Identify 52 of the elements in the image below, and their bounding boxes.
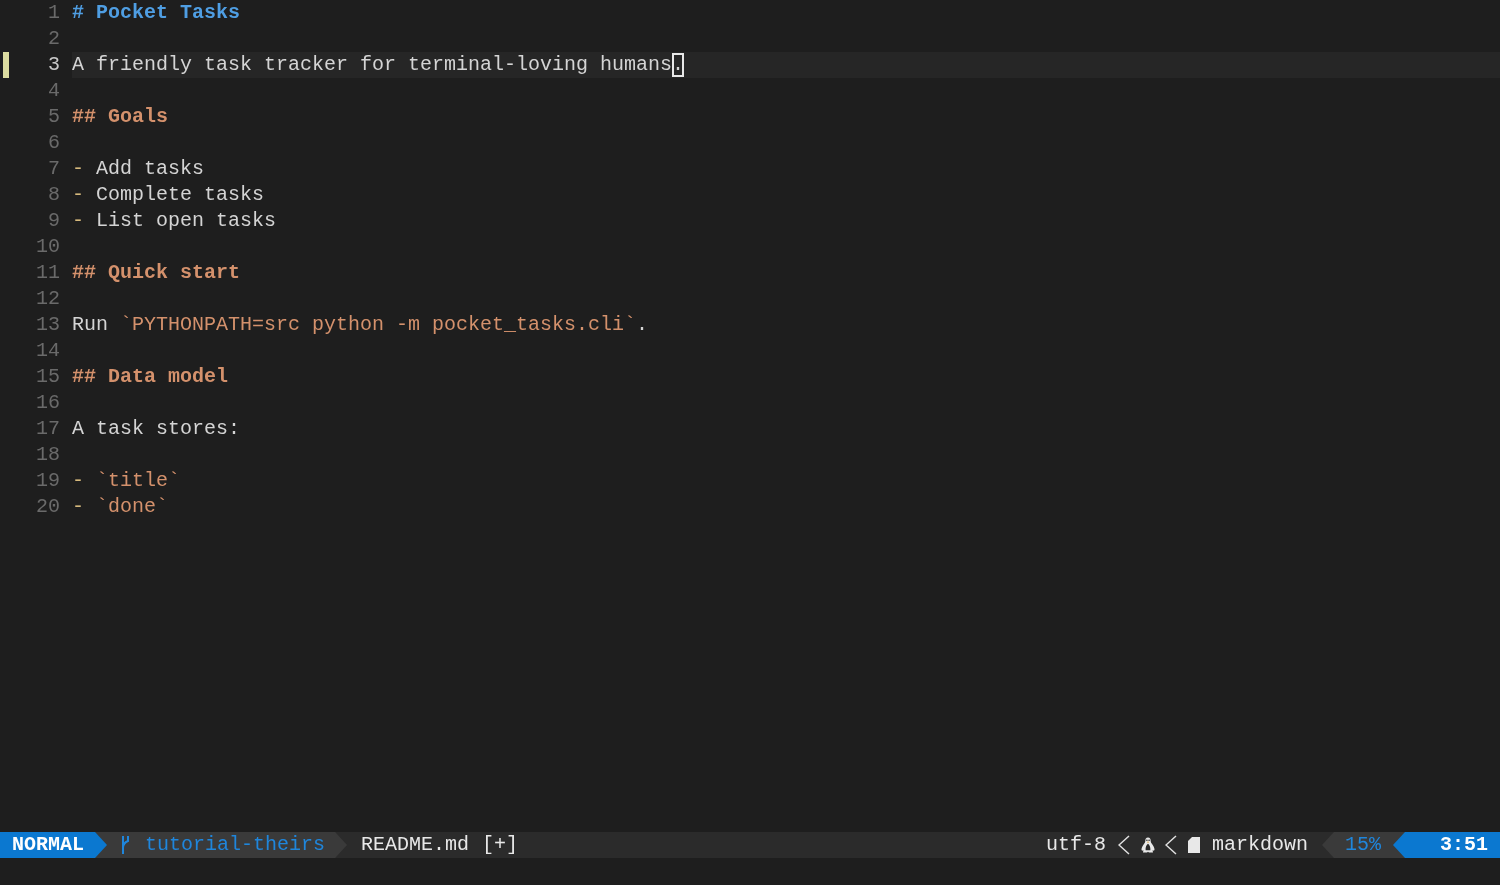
list-bullet: -: [72, 469, 84, 493]
line-text: .: [636, 313, 649, 337]
line-text: A friendly task tracker for terminal-loving humans: [72, 53, 673, 77]
line-number: 2: [47, 26, 60, 52]
line-number: 1: [47, 0, 60, 26]
line-text: A task stores:: [72, 417, 241, 441]
git-branch-icon: [120, 835, 130, 855]
line-number: 8: [47, 182, 60, 208]
line-number: 10: [35, 234, 60, 260]
line-number: 9: [47, 208, 60, 234]
line-number: 13: [35, 312, 60, 338]
heading-text: ## Quick start: [72, 261, 241, 285]
line-number: 4: [47, 78, 60, 104]
line-text: Add tasks: [96, 157, 205, 181]
line-number: 14: [35, 338, 60, 364]
heading-text: ## Goals: [72, 105, 168, 129]
line-number: 6: [47, 130, 60, 156]
branch-name: tutorial-theirs: [145, 832, 326, 858]
inline-code-text: `title`: [96, 469, 181, 493]
line-number: 12: [35, 286, 60, 312]
file-type: markdown: [1211, 832, 1308, 858]
text-cursor: .: [672, 53, 685, 77]
line-number: 17: [35, 416, 60, 442]
heading-text: ## Data model: [72, 365, 229, 389]
line-number: 18: [35, 442, 60, 468]
chevron-separator-icon: [1164, 835, 1177, 855]
line-text: List open tasks: [96, 209, 277, 233]
line-number: 15: [35, 364, 60, 390]
chevron-separator-icon: [1117, 835, 1130, 855]
line-number: 20: [35, 494, 60, 520]
modified-label: [+]: [482, 832, 519, 858]
heading-text: # Pocket Tasks: [72, 1, 241, 25]
file-encoding: utf-8: [1045, 832, 1106, 858]
cursor-position: 3:51: [1393, 832, 1500, 858]
line-text: Complete tasks: [96, 183, 265, 207]
list-bullet: -: [72, 183, 84, 207]
inline-code-text: `PYTHONPATH=src python -m pocket_tasks.cli`: [120, 313, 637, 337]
line-number: 16: [35, 390, 60, 416]
list-bullet: -: [72, 209, 84, 233]
mode-indicator: NORMAL: [0, 832, 107, 858]
line-text: Run: [72, 313, 109, 337]
list-bullet: -: [72, 495, 84, 519]
penguin-icon: [1140, 837, 1155, 853]
file-icon: [1187, 837, 1200, 853]
line-number: 19: [35, 468, 60, 494]
inline-code-text: `done`: [96, 495, 169, 519]
list-bullet: -: [72, 157, 84, 181]
line-number: 5: [47, 104, 60, 130]
line-number: 3: [47, 52, 60, 78]
line-number: 11: [35, 260, 60, 286]
file-name: README.md: [361, 832, 470, 858]
line-number: 7: [47, 156, 60, 182]
